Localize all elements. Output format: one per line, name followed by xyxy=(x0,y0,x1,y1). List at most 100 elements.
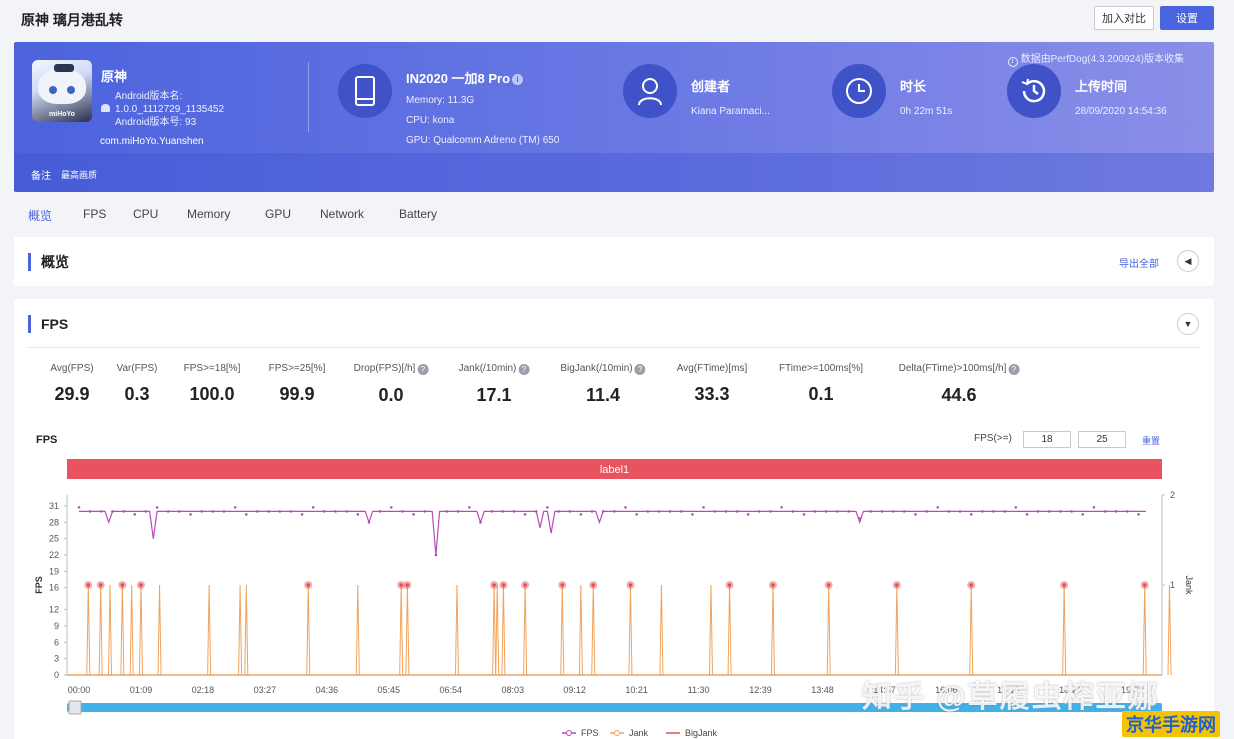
fps-point xyxy=(401,510,404,513)
jank-spike xyxy=(1142,584,1147,676)
help-icon[interactable]: ? xyxy=(634,364,646,375)
fps-point xyxy=(523,513,527,516)
x-tick-label: 04:36 xyxy=(316,685,339,695)
bigjank-point-core xyxy=(98,583,103,587)
x-tick-label: 10:21 xyxy=(625,685,648,695)
threshold-low-input[interactable]: 18 xyxy=(1023,431,1071,448)
fps-point xyxy=(914,513,917,516)
stat-bigjank: BigJank(/10min)? 11.4 xyxy=(560,363,646,406)
fps-point xyxy=(691,513,694,516)
x-tick-label: 13:48 xyxy=(811,685,834,695)
android-icon xyxy=(101,104,110,112)
overview-panel: 概览 导出全部 ◀ xyxy=(14,237,1214,286)
fps-point xyxy=(445,510,449,513)
fps-point xyxy=(278,510,282,513)
jank-spike xyxy=(560,584,565,676)
bigjank-point-core xyxy=(895,583,899,587)
fps-point xyxy=(111,510,114,513)
help-icon[interactable]: ? xyxy=(417,364,429,375)
fps-point xyxy=(746,513,750,516)
fps-point xyxy=(88,510,92,513)
y-left-tick-label: 25 xyxy=(49,534,59,544)
note-value: 最高画质 xyxy=(61,170,98,180)
y-right-tick-label: 1 xyxy=(1170,580,1175,590)
x-tick-label: 11:30 xyxy=(688,685,710,695)
help-icon[interactable]: ? xyxy=(1008,364,1020,375)
tab-battery[interactable]: Battery xyxy=(399,207,459,227)
tab-network[interactable]: Network xyxy=(320,207,399,227)
phone-icon xyxy=(338,64,392,118)
device-specs: Memory: 11.3G CPU: kona GPU: Qualcomm Ad… xyxy=(406,91,559,151)
fps-point xyxy=(189,513,192,516)
collapse-left-icon[interactable]: ◀ xyxy=(1177,250,1199,272)
collapse-down-icon[interactable]: ▼ xyxy=(1177,313,1199,335)
tab-gpu[interactable]: GPU xyxy=(265,207,320,227)
jank-spike xyxy=(238,584,243,676)
y-left-tick-label: 28 xyxy=(49,517,59,527)
tab-cpu[interactable]: CPU xyxy=(133,207,187,227)
jank-spike xyxy=(659,584,664,676)
tab-overview[interactable]: 概览 xyxy=(28,207,83,227)
y-right-tick-label: 2 xyxy=(1170,490,1175,500)
jank-spike xyxy=(591,584,596,676)
jank-spike xyxy=(770,584,775,676)
settings-button[interactable]: 设置 xyxy=(1160,6,1214,30)
fps-point xyxy=(222,510,226,513)
creator-value: Kiana Paramaci... xyxy=(691,106,770,117)
fps-point xyxy=(166,510,170,513)
fps-point xyxy=(858,516,861,520)
stat-fps-ge-25: FPS>=25[%] 99.9 xyxy=(268,363,326,404)
fps-point xyxy=(479,520,482,524)
bigjank-point-core xyxy=(306,583,311,587)
fps-point xyxy=(1025,513,1029,516)
fps-point xyxy=(936,506,940,509)
fps-point xyxy=(367,520,371,524)
fps-point xyxy=(891,510,895,513)
jank-spike xyxy=(501,584,506,676)
duration-title: 时长 xyxy=(900,79,927,94)
fps-point xyxy=(780,506,783,509)
bigjank-point-core xyxy=(628,583,633,587)
fps-point xyxy=(613,510,616,513)
threshold-label: FPS(>=) xyxy=(974,433,1012,444)
fps-point xyxy=(1126,510,1129,513)
device-gpu: GPU: Qualcomm Adreno (TM) 650 xyxy=(406,135,560,146)
export-all-link[interactable]: 导出全部 xyxy=(1119,255,1159,270)
bigjank-point-core xyxy=(492,583,496,587)
jank-spike xyxy=(129,584,134,676)
reset-link[interactable]: 重置 xyxy=(1142,434,1160,447)
tab-memory[interactable]: Memory xyxy=(187,207,265,227)
fps-point xyxy=(903,510,906,513)
add-compare-button[interactable]: 加入对比 xyxy=(1094,6,1154,30)
fps-point xyxy=(1092,506,1096,509)
fps-point xyxy=(958,510,962,513)
jank-spike xyxy=(405,584,410,676)
threshold-high-input[interactable]: 25 xyxy=(1078,431,1126,448)
fps-point xyxy=(233,506,237,509)
x-tick-label: 08:03 xyxy=(501,685,524,695)
y-left-tick-label: 31 xyxy=(49,501,59,511)
bigjank-point-core xyxy=(969,583,974,587)
jank-spike xyxy=(107,584,112,676)
fps-point xyxy=(211,510,215,513)
fps-point xyxy=(512,510,516,513)
jank-spike xyxy=(1062,584,1067,676)
bigjank-point-core xyxy=(523,583,527,587)
fps-point xyxy=(334,510,337,513)
stat-drop-fps: Drop(FPS)[/h]? 0.0 xyxy=(354,363,429,406)
legend-label: Jank xyxy=(629,728,649,738)
jank-spike xyxy=(495,584,500,676)
top-bar: 原神 璃月港乱转 加入对比 设置 xyxy=(0,0,1234,38)
jank-spike xyxy=(306,584,311,676)
x-tick-label: 00:00 xyxy=(68,685,91,695)
device-info-icon[interactable]: i xyxy=(512,74,524,85)
bigjank-point-core xyxy=(1142,583,1147,587)
fps-point xyxy=(836,510,839,513)
tab-fps[interactable]: FPS xyxy=(83,207,133,227)
help-icon[interactable]: ? xyxy=(518,364,530,375)
app-name: 原神 xyxy=(101,69,128,84)
fps-point xyxy=(300,513,304,516)
bigjank-point-core xyxy=(1062,583,1066,587)
fps-point xyxy=(389,506,393,509)
jank-spike xyxy=(1167,584,1172,676)
